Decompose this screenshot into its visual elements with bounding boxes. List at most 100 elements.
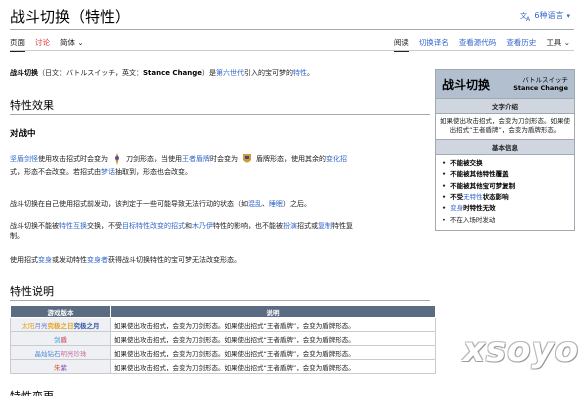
- game-version-link[interactable]: 究极之月: [74, 322, 100, 330]
- column-header-version: 游戏版本: [10, 305, 111, 318]
- ja-label: （日文：: [38, 69, 66, 77]
- effect-paragraph-1: 坚盾剑怪使用攻击招式时会变为 刀剑形态，当使用王者盾牌时会变为 盾牌形态，使用其余的…: [10, 151, 430, 183]
- info-item-text: 状态影响: [482, 192, 509, 201]
- effect-text: 抽取到，形态也会改变。: [115, 168, 192, 177]
- ability-change-moves-link[interactable]: 目标特性改变的招式: [122, 222, 185, 230]
- generation-link[interactable]: 第六世代: [216, 69, 244, 77]
- kings-shield-link[interactable]: 王者盾牌: [182, 155, 210, 163]
- aegislash-link[interactable]: 坚盾剑怪: [10, 155, 38, 163]
- game-version-link[interactable]: 太阳: [22, 322, 35, 330]
- infobox-en-name: Stance Change: [513, 84, 568, 92]
- role-play-link[interactable]: 扮演: [283, 222, 297, 230]
- game-version-link[interactable]: 月亮: [35, 322, 48, 330]
- infobox-section-info: 基本信息: [436, 138, 574, 155]
- infobox-subtitle: バトルスイッチ Stance Change: [513, 76, 568, 92]
- mummy-link[interactable]: 木乃伊: [192, 222, 213, 230]
- infobox-info-item: 不受无特性状态影响: [442, 192, 568, 203]
- infobox-info-item: 不能被其他宝可梦复制: [442, 181, 568, 192]
- effect-text: 或发动特性: [52, 256, 87, 264]
- language-button[interactable]: 文 A 6种语言 ▾: [520, 10, 570, 21]
- infobox-header: 战斗切换 バトルスイッチ Stance Change: [436, 70, 574, 98]
- effect-text: 、: [262, 200, 269, 208]
- effect-text: 制。: [10, 231, 24, 240]
- game-version-link[interactable]: 晶灿钻石: [35, 350, 61, 358]
- infobox-info-list: 不能被交换不能被其他特性覆盖不能被其他宝可梦复制不受无特性状态影响变身时特性无效…: [436, 155, 574, 230]
- game-version-link[interactable]: 紫: [61, 364, 68, 372]
- subsection-heading-battle: 对战中: [10, 129, 36, 139]
- intro-paragraph: 战斗切换（日文：バトルスイッチ，英文：Stance Change）是第六世代引入…: [10, 69, 430, 79]
- trace-link[interactable]: 复制: [318, 222, 332, 230]
- effect-text: ）之后。: [283, 200, 311, 208]
- tabs-divider: [10, 50, 574, 51]
- status-move-link[interactable]: 变化招: [326, 155, 347, 163]
- info-item-link[interactable]: 变身: [450, 204, 463, 212]
- intro-text: 。: [307, 69, 315, 77]
- intro-text: 引入的宝可梦的: [244, 69, 294, 77]
- version-cell: 剑盾: [10, 331, 111, 346]
- effect-text: 和: [185, 222, 192, 230]
- effect-paragraph-2: 战斗切换在自己使用招式前发动，该判定于一些可能导致无法行动的状态（如混乱、睡眠）…: [10, 200, 430, 210]
- infobox: 战斗切换 バトルスイッチ Stance Change 文字介绍 如果使出攻击招式…: [435, 69, 575, 232]
- page-title: 战斗切换（特性）: [10, 8, 131, 26]
- section-heading-effect: 特性效果: [10, 99, 54, 112]
- table-row: 朱紫 如果使出攻击招式，会变为刀剑形态。如果使出招式“王者盾牌”，会变为盾牌形态。: [10, 359, 436, 374]
- chevron-down-icon: ⌄: [563, 38, 570, 47]
- game-version-link[interactable]: 明亮珍珠: [61, 350, 87, 358]
- chevron-down-icon: ▾: [566, 11, 570, 20]
- info-item-text: 不在入场时发动: [449, 215, 496, 224]
- description-cell: 如果使出攻击招式，会变为刀剑形态。如果使出招式“王者盾牌”，会变为盾牌形态。: [110, 345, 436, 360]
- imposter-link[interactable]: 变身者: [87, 256, 108, 264]
- ability-link[interactable]: 特性: [293, 69, 307, 77]
- table-row: 晶灿钻石明亮珍珠 如果使出攻击招式，会变为刀剑形态。如果使出招式“王者盾牌”，会变…: [10, 345, 436, 360]
- confusion-link[interactable]: 混乱: [248, 200, 262, 208]
- version-cell: 太阳月亮究极之日究极之月: [10, 317, 111, 332]
- description-cell: 如果使出攻击招式，会变为刀剑形态。如果使出招式“王者盾牌”，会变为盾牌形态。: [110, 359, 436, 374]
- effect-text: 时会变为: [210, 155, 238, 163]
- effect-paragraph-4: 使用招式变身或发动特性变身者获得战斗切换特性的宝可梦无法改变形态。: [10, 256, 430, 266]
- infobox-info-item: 不能被交换: [442, 158, 568, 169]
- infobox-section-intro: 文字介绍: [436, 98, 574, 114]
- section-divider: [10, 300, 430, 301]
- section-heading-description: 特性说明: [10, 285, 54, 298]
- game-version-link[interactable]: 究极之日: [48, 322, 74, 330]
- effect-text: 战斗切换不能被: [10, 222, 59, 230]
- effect-text: 获得战斗切换特性的宝可梦无法改变形态。: [108, 256, 241, 264]
- sleep-link[interactable]: 睡眠: [269, 200, 283, 208]
- info-item-link[interactable]: 无特性: [463, 193, 483, 201]
- effect-text: 战斗切换在自己使用招式前发动，该判定于一些可能导致无法行动的状态（如: [10, 200, 248, 208]
- svg-text:A: A: [526, 16, 531, 21]
- sleep-talk-link[interactable]: 梦话: [101, 168, 115, 176]
- tools-label: 工具: [546, 38, 562, 47]
- infobox-info-item: 不在入场时发动: [442, 215, 568, 226]
- info-item-text: 不能被交换: [450, 158, 483, 167]
- description-cell: 如果使出攻击招式，会变为刀剑形态。如果使出招式“王者盾牌”，会变为盾牌形态。: [110, 331, 436, 346]
- effect-paragraph-3: 战斗切换不能被特性互换交换，不受目标特性改变的招式和木乃伊特性的影响，也不能被扮…: [10, 222, 430, 242]
- status-move-link-cont[interactable]: 式，形态不会改变。若招式由: [10, 168, 101, 176]
- game-version-link[interactable]: 盾: [61, 336, 68, 344]
- info-item-text: 不能被其他特性覆盖: [450, 170, 509, 179]
- effect-text: 招式或: [297, 222, 318, 230]
- effect-text: 交换，不受: [87, 222, 122, 230]
- effect-text: 盾牌形态，使用其余的: [256, 155, 326, 163]
- effect-text: 特性的影响，也不能被: [213, 222, 283, 230]
- en-name: Stance Change: [143, 69, 203, 77]
- info-item-text: 时特性无效: [463, 204, 496, 213]
- chevron-down-icon: ⌄: [77, 38, 84, 47]
- infobox-title: 战斗切换: [442, 77, 491, 92]
- ability-name: 战斗切换: [10, 69, 38, 77]
- version-cell: 朱紫: [10, 359, 111, 374]
- transform-link[interactable]: 变身: [38, 256, 52, 264]
- title-divider: [10, 29, 574, 30]
- table-row: 太阳月亮究极之日究极之月 如果使出攻击招式，会变为刀剑形态。如果使出招式“王者盾牌…: [10, 317, 436, 332]
- effect-text: 特性复: [332, 222, 353, 230]
- infobox-intro-text: 如果使出攻击招式，会变为刀剑形态。如果使出招式“王者盾牌”，会变为盾牌形态。: [440, 117, 570, 135]
- translate-icon: 文 A: [520, 11, 531, 21]
- language-label: 6种语言: [534, 11, 564, 20]
- description-cell: 如果使出攻击招式，会变为刀剑形态。如果使出招式“王者盾牌”，会变为盾牌形态。: [110, 317, 436, 332]
- infobox-ja-name: バトルスイッチ: [522, 75, 568, 84]
- intro-text: ）是: [202, 69, 217, 77]
- effect-text: 使用攻击招式时会变为: [38, 155, 108, 163]
- skill-swap-link[interactable]: 特性互换: [59, 222, 87, 230]
- section-heading-changes: 特性变更: [10, 388, 54, 396]
- info-item-text: 不受: [450, 192, 464, 201]
